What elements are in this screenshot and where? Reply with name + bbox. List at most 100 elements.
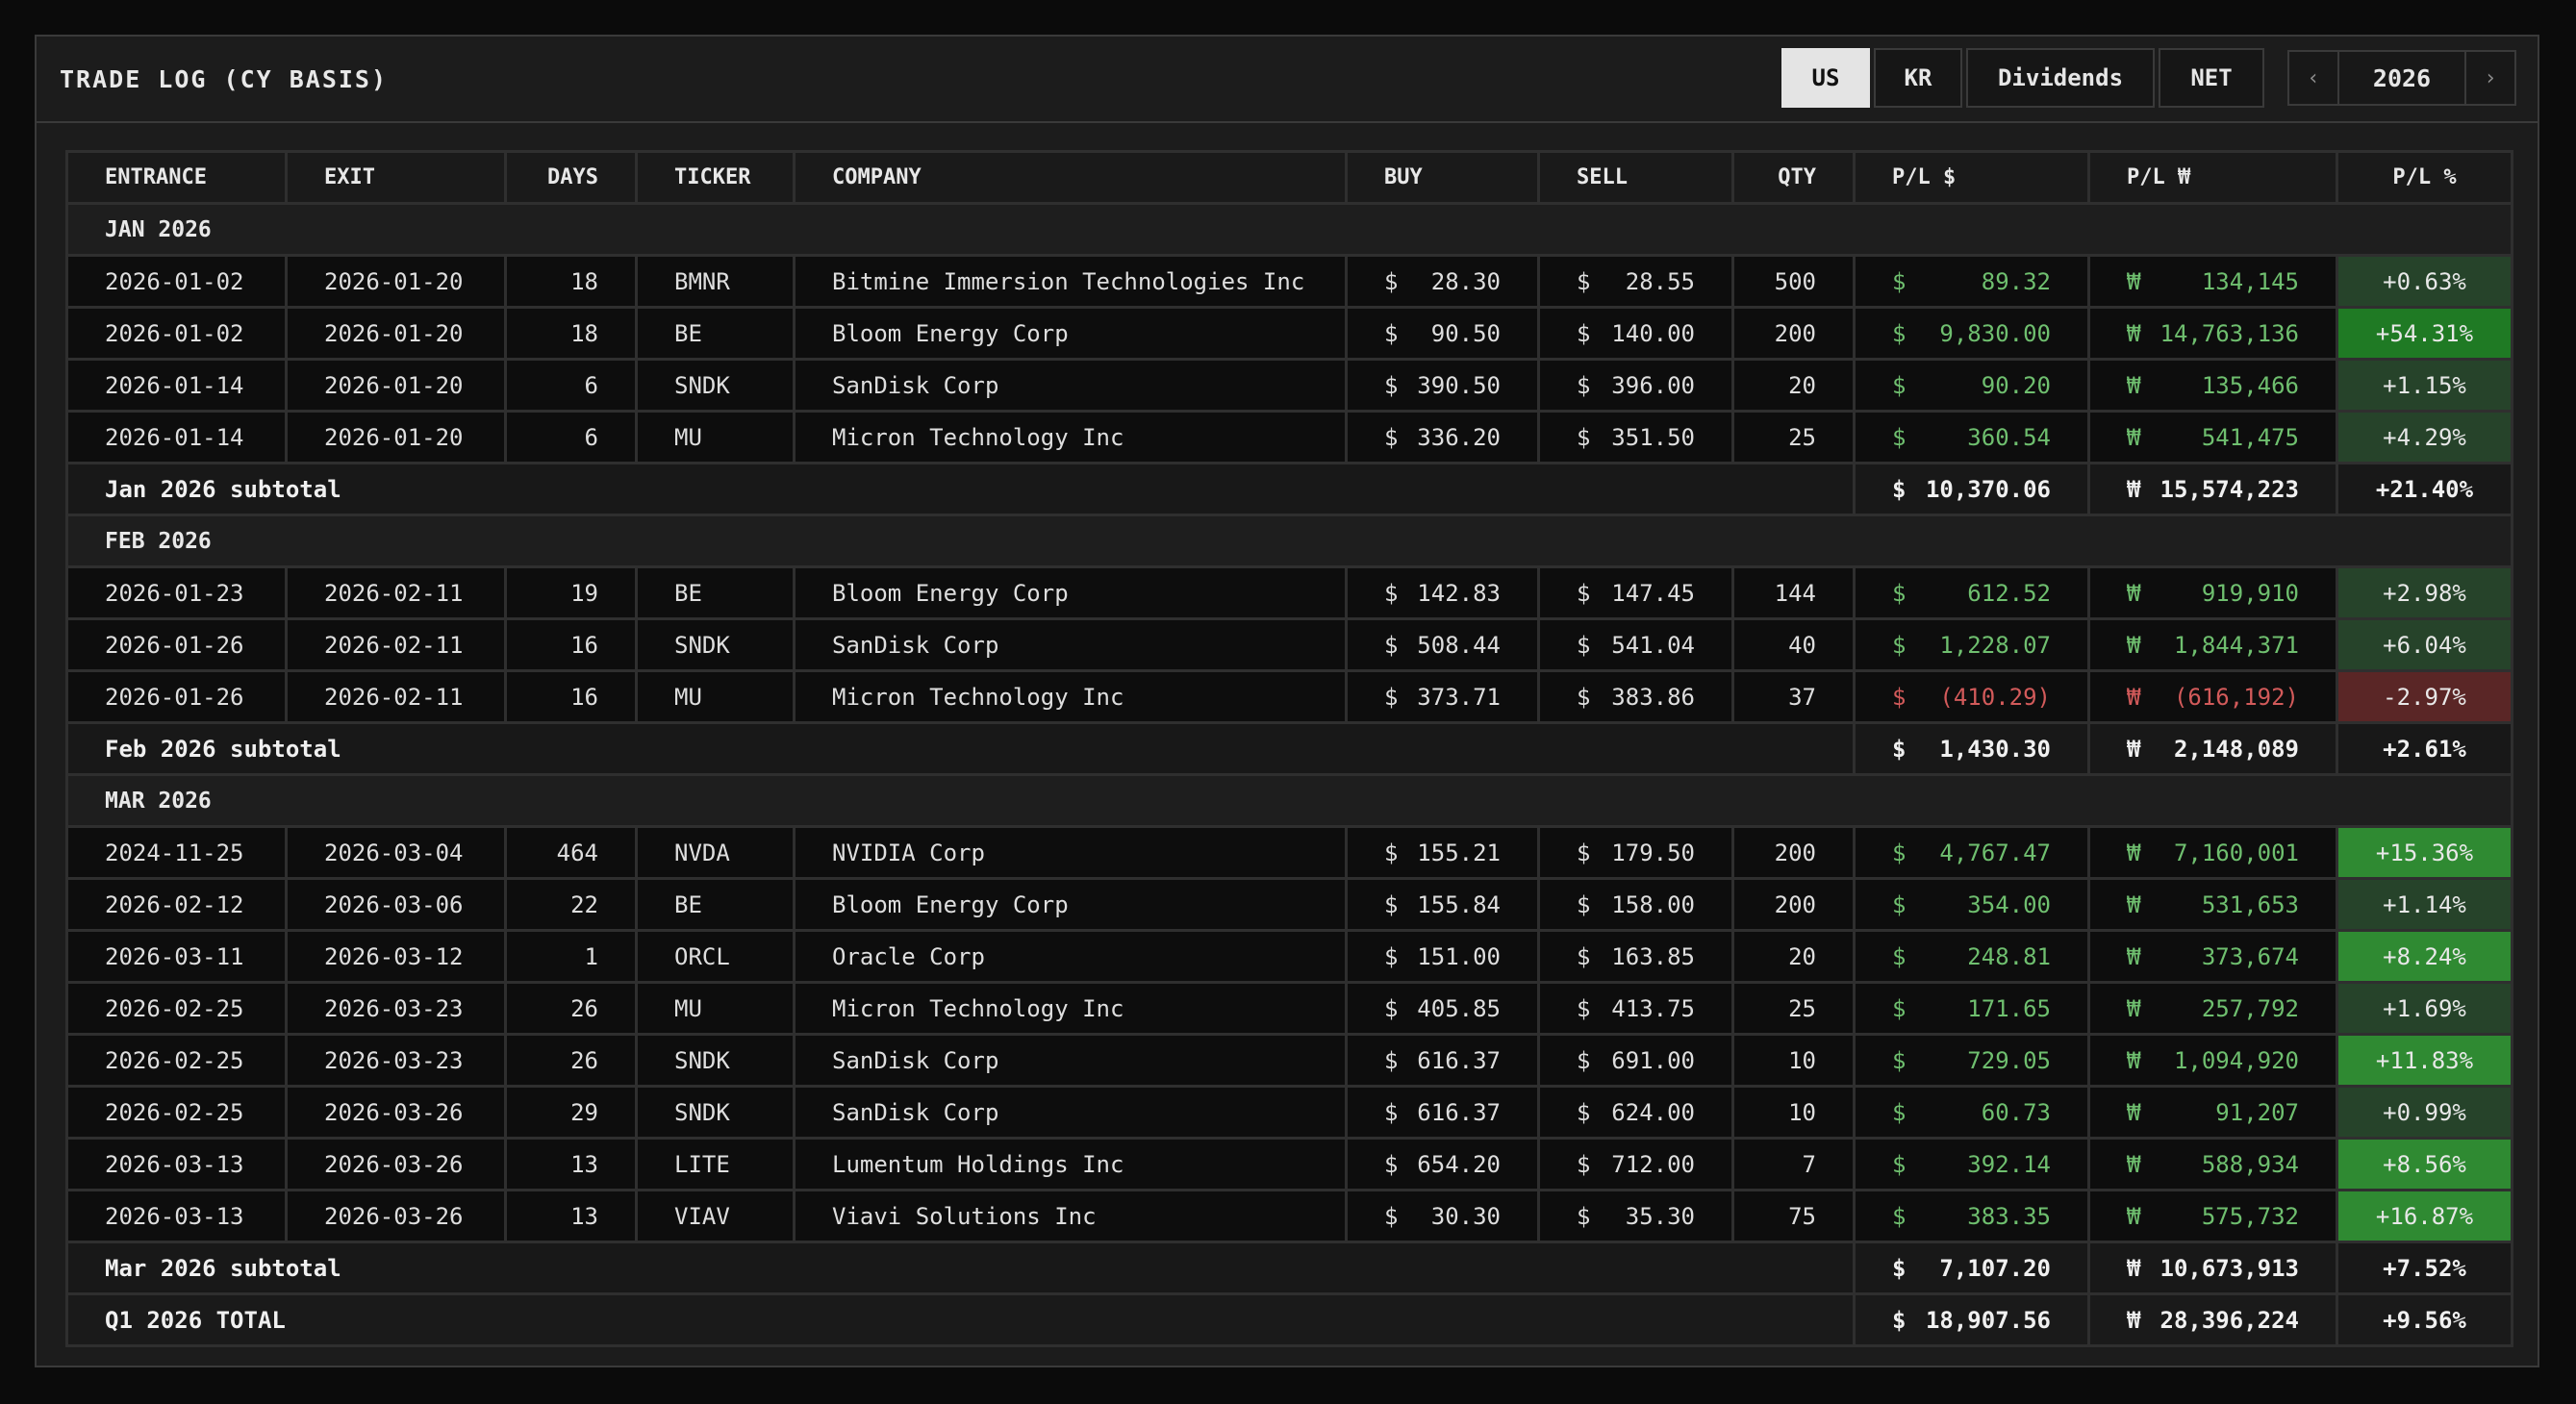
subtotal-label: Jan 2026 subtotal [65, 462, 1856, 516]
table-row[interactable]: 2026-02-12 2026-03-06 22 BE Bloom Energy… [65, 877, 2513, 932]
pl-krw: ₩7,160,001 [2087, 825, 2338, 880]
pl-krw-value: 1,094,920 [2173, 1046, 2299, 1074]
buy-price: $142.83 [1345, 565, 1540, 620]
company-name: Bloom Energy Corp [793, 306, 1348, 361]
table-row[interactable]: 2026-01-26 2026-02-11 16 MU Micron Techn… [65, 669, 2513, 724]
col-entrance[interactable]: ENTRANCE [65, 150, 288, 205]
table-row[interactable]: 2026-01-14 2026-01-20 6 SNDK SanDisk Cor… [65, 358, 2513, 413]
quantity: 7 [1731, 1137, 1856, 1191]
col-company[interactable]: COMPANY [793, 150, 1348, 205]
col-ticker[interactable]: TICKER [635, 150, 796, 205]
table-row[interactable]: 2026-02-25 2026-03-26 29 SNDK SanDisk Co… [65, 1085, 2513, 1140]
subtotal-pl-usd-value: 1,430.30 [1939, 735, 2051, 763]
currency-symbol: $ [1892, 1046, 1907, 1074]
table-row[interactable]: 2026-01-26 2026-02-11 16 SNDK SanDisk Co… [65, 617, 2513, 672]
subtotal-row: Feb 2026 subtotal $1,430.30 ₩2,148,089 +… [65, 721, 2513, 776]
table-row[interactable]: 2024-11-25 2026-03-04 464 NVDA NVIDIA Co… [65, 825, 2513, 880]
ticker: BE [635, 877, 796, 932]
pl-krw-value: 575,732 [2201, 1202, 2299, 1230]
buy-price: $654.20 [1345, 1137, 1540, 1191]
days-held: 19 [504, 565, 638, 620]
ticker: SNDK [635, 358, 796, 413]
currency-symbol: $ [1577, 1150, 1591, 1178]
col-qty[interactable]: QTY [1731, 150, 1856, 205]
table-row[interactable]: 2026-03-11 2026-03-12 1 ORCL Oracle Corp… [65, 929, 2513, 984]
entrance-date: 2026-01-26 [65, 669, 288, 724]
table-row[interactable]: 2026-03-13 2026-03-26 13 VIAV Viavi Solu… [65, 1189, 2513, 1243]
pl-krw-value: 541,475 [2201, 423, 2299, 451]
col-exit[interactable]: EXIT [285, 150, 507, 205]
quantity: 25 [1731, 981, 1856, 1036]
col-sell[interactable]: SELL [1537, 150, 1734, 205]
buy-price: $373.71 [1345, 669, 1540, 724]
pl-pct: +11.83% [2336, 1033, 2513, 1088]
currency-symbol: $ [1384, 579, 1399, 607]
currency-symbol: $ [1384, 319, 1399, 347]
table-row[interactable]: 2026-01-14 2026-01-20 6 MU Micron Techno… [65, 410, 2513, 464]
exit-date: 2026-03-06 [285, 877, 507, 932]
sell-price: $163.85 [1537, 929, 1734, 984]
pl-usd: $248.81 [1853, 929, 2090, 984]
pl-usd: $354.00 [1853, 877, 2090, 932]
chevron-right-icon: › [2484, 65, 2497, 90]
currency-symbol: $ [1892, 631, 1907, 659]
quantity: 200 [1731, 877, 1856, 932]
table-body: JAN 2026 2026-01-02 2026-01-20 18 BMNR B… [65, 202, 2513, 1347]
sell-price: $147.45 [1537, 565, 1734, 620]
ticker: BMNR [635, 254, 796, 309]
pl-pct: +6.04% [2336, 617, 2513, 672]
ticker: LITE [635, 1137, 796, 1191]
total-pl-krw: ₩28,396,224 [2087, 1292, 2338, 1347]
prev-year-button[interactable]: ‹ [2287, 50, 2339, 106]
sell-price-value: 35.30 [1625, 1202, 1695, 1230]
sell-price-value: 351.50 [1611, 423, 1695, 451]
col-buy[interactable]: BUY [1345, 150, 1540, 205]
buy-price-value: 30.30 [1430, 1202, 1501, 1230]
pl-krw-value: 91,207 [2215, 1098, 2299, 1126]
quantity: 10 [1731, 1085, 1856, 1140]
subtotal-pl-usd: $1,430.30 [1853, 721, 2090, 776]
col-pl-usd[interactable]: P/L $ [1853, 150, 2090, 205]
col-pl-krw[interactable]: P/L ₩ [2087, 150, 2338, 205]
month-group-row: MAR 2026 [65, 773, 2513, 828]
pl-usd: $729.05 [1853, 1033, 2090, 1088]
currency-symbol: $ [1892, 267, 1907, 295]
table-row[interactable]: 2026-01-02 2026-01-20 18 BMNR Bitmine Im… [65, 254, 2513, 309]
currency-symbol: $ [1577, 267, 1591, 295]
currency-symbol: $ [1384, 1098, 1399, 1126]
ticker: BE [635, 306, 796, 361]
tab-kr[interactable]: KR [1874, 48, 1962, 108]
table-row[interactable]: 2026-02-25 2026-03-23 26 MU Micron Techn… [65, 981, 2513, 1036]
currency-symbol: ₩ [2127, 1306, 2141, 1334]
next-year-button[interactable]: › [2464, 50, 2516, 106]
pl-krw: ₩ (616,192) [2087, 669, 2338, 724]
pl-usd-value: 89.32 [1981, 267, 2051, 295]
trade-table: ENTRANCE EXIT DAYS TICKER COMPANY BUY SE… [65, 150, 2513, 1347]
tab-us[interactable]: US [1781, 48, 1870, 108]
table-row[interactable]: 2026-01-02 2026-01-20 18 BE Bloom Energy… [65, 306, 2513, 361]
table-row[interactable]: 2026-02-25 2026-03-23 26 SNDK SanDisk Co… [65, 1033, 2513, 1088]
tab-net[interactable]: NET [2159, 48, 2264, 108]
month-label: MAR 2026 [65, 773, 2513, 828]
buy-price-value: 390.50 [1417, 371, 1501, 399]
table-row[interactable]: 2026-01-23 2026-02-11 19 BE Bloom Energy… [65, 565, 2513, 620]
total-pl-pct: +9.56% [2336, 1292, 2513, 1347]
pl-usd: $1,228.07 [1853, 617, 2090, 672]
quantity: 75 [1731, 1189, 1856, 1243]
col-days[interactable]: DAYS [504, 150, 638, 205]
pl-krw-value: (616,192) [2173, 683, 2299, 711]
pl-pct: +8.24% [2336, 929, 2513, 984]
table-row[interactable]: 2026-03-13 2026-03-26 13 LITE Lumentum H… [65, 1137, 2513, 1191]
pl-krw-value: 14,763,136 [2159, 319, 2300, 347]
pl-krw: ₩91,207 [2087, 1085, 2338, 1140]
sell-price: $396.00 [1537, 358, 1734, 413]
pl-pct: +1.69% [2336, 981, 2513, 1036]
currency-symbol: $ [1892, 994, 1907, 1022]
currency-symbol: $ [1892, 839, 1907, 866]
pl-usd: $90.20 [1853, 358, 2090, 413]
days-held: 29 [504, 1085, 638, 1140]
days-held: 18 [504, 254, 638, 309]
exit-date: 2026-03-26 [285, 1137, 507, 1191]
col-pl-pct[interactable]: P/L % [2336, 150, 2513, 205]
tab-dividends[interactable]: Dividends [1966, 48, 2155, 108]
